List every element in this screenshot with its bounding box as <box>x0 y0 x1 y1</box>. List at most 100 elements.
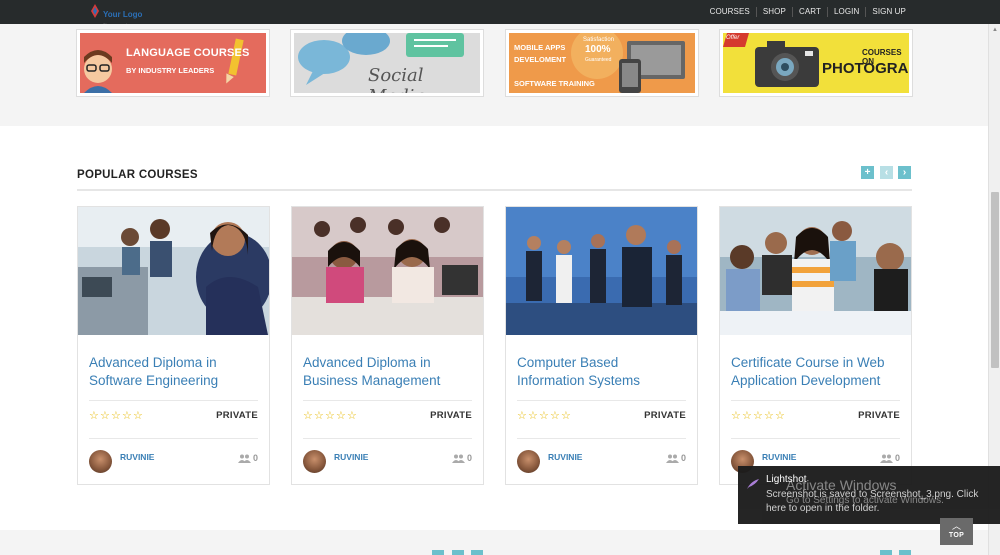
section-control-button[interactable] <box>471 550 483 555</box>
course-price-badge: PRIVATE <box>430 410 472 421</box>
course-card[interactable]: Certificate Course in Web Application De… <box>719 206 912 485</box>
users-icon <box>237 454 251 463</box>
top-navbar: Your Logo Slogan goes here COURSES SHOP … <box>0 0 1000 27</box>
notification-body[interactable]: Screenshot is saved to Screenshot_3.png.… <box>766 488 994 516</box>
section-title: POPULAR COURSES <box>77 169 198 181</box>
author-name-link[interactable]: RUVINIE <box>548 452 582 462</box>
star-icon: ☆ <box>517 410 527 422</box>
section-control-button[interactable] <box>452 550 464 555</box>
course-price-badge: PRIVATE <box>644 410 686 421</box>
rating-stars: ☆ ☆ ☆ ☆ ☆ <box>303 411 358 422</box>
banner-mobile-line1: MOBILE APPS <box>514 43 566 52</box>
course-photo[interactable] <box>720 207 911 335</box>
banner-language-courses[interactable]: LANGUAGE COURSES BY INDUSTRY LEADERS <box>76 29 270 97</box>
course-photo[interactable] <box>506 207 697 335</box>
lightshot-notification[interactable]: Lightshot Screenshot is saved to Screens… <box>738 466 1000 524</box>
main-nav: COURSES SHOP CART LOGIN SIGN UP <box>704 0 912 24</box>
banner-social-media[interactable]: Social Media <box>290 29 484 97</box>
banner-language-line2: BY INDUSTRY LEADERS <box>126 66 215 75</box>
section-control-button[interactable] <box>899 550 911 555</box>
card-divider <box>731 438 900 439</box>
banner-mobile-apps[interactable]: MOBILE APPS DEVELOMENT SOFTWARE TRAINING… <box>505 29 699 97</box>
logo-text: Your Logo <box>103 10 143 19</box>
star-icon: ☆ <box>347 410 357 422</box>
nav-courses[interactable]: COURSES <box>704 7 756 17</box>
star-icon: ☆ <box>528 410 538 422</box>
card-divider <box>303 438 472 439</box>
category-banners: LANGUAGE COURSES BY INDUSTRY LEADERS Soc… <box>0 24 988 126</box>
card-divider <box>89 438 258 439</box>
rating-stars: ☆ ☆ ☆ ☆ ☆ <box>731 411 786 422</box>
section-control-button[interactable] <box>880 550 892 555</box>
author-avatar[interactable] <box>517 450 540 473</box>
carousel-next-button[interactable]: › <box>898 166 911 179</box>
star-icon: ☆ <box>550 410 560 422</box>
nav-shop[interactable]: SHOP <box>755 7 792 17</box>
course-card[interactable]: Computer Based Information Systems ☆ ☆ ☆ ☆ ☆… <box>505 206 698 485</box>
star-icon: ☆ <box>539 410 549 422</box>
star-icon: ☆ <box>111 410 121 422</box>
chevron-up-icon: ︿ <box>951 521 961 531</box>
course-title-link[interactable]: Computer Based Information Systems <box>517 354 687 390</box>
card-divider <box>731 400 900 401</box>
student-count-value: 0 <box>894 453 900 463</box>
student-count: 0 <box>665 453 686 463</box>
users-icon <box>665 454 679 463</box>
banner-photo-line2: PHOTOGRAPHY <box>822 60 909 77</box>
author-name-link[interactable]: RUVINIE <box>120 452 154 462</box>
star-icon: ☆ <box>133 410 143 422</box>
star-icon: ☆ <box>100 410 110 422</box>
star-icon: ☆ <box>89 410 99 422</box>
nav-cart[interactable]: CART <box>791 7 827 17</box>
banner-badge-bottom: Guaranteed <box>585 57 612 63</box>
back-to-top-button[interactable]: ︿ TOP <box>940 518 973 545</box>
author-avatar[interactable] <box>89 450 112 473</box>
course-title-link[interactable]: Advanced Diploma in Software Engineering <box>89 354 259 390</box>
banner-mobile-line3: SOFTWARE TRAINING <box>514 79 595 88</box>
banner-image: Social Media <box>294 33 480 93</box>
expand-button[interactable]: + <box>861 166 874 179</box>
banner-image: MOBILE APPS DEVELOMENT SOFTWARE TRAINING… <box>509 33 695 93</box>
scroll-up-icon[interactable]: ▲ <box>991 26 999 34</box>
nav-signup[interactable]: SIGN UP <box>865 7 912 17</box>
star-icon: ☆ <box>561 410 571 422</box>
star-icon: ☆ <box>122 410 132 422</box>
banner-offer-tag: Offer <box>726 35 740 41</box>
card-divider <box>517 438 686 439</box>
feather-icon <box>747 476 759 489</box>
scroll-thumb[interactable] <box>991 192 999 368</box>
student-count-value: 0 <box>252 453 258 463</box>
banner-language-line1: LANGUAGE COURSES <box>126 47 250 59</box>
star-icon: ☆ <box>314 410 324 422</box>
student-count: 0 <box>879 453 900 463</box>
course-photo[interactable] <box>78 207 269 335</box>
author-name-link[interactable]: RUVINIE <box>334 452 368 462</box>
course-title-link[interactable]: Advanced Diploma in Business Management <box>303 354 473 390</box>
next-section-strip <box>0 530 988 555</box>
course-price-badge: PRIVATE <box>216 410 258 421</box>
author-avatar[interactable] <box>303 450 326 473</box>
site-logo[interactable]: Your Logo Slogan goes here <box>90 4 143 27</box>
section-divider <box>77 189 912 191</box>
course-price-badge: PRIVATE <box>858 410 900 421</box>
student-count-value: 0 <box>466 453 472 463</box>
course-photo[interactable] <box>292 207 483 335</box>
star-icon: ☆ <box>742 410 752 422</box>
rating-stars: ☆ ☆ ☆ ☆ ☆ <box>517 411 572 422</box>
carousel-prev-button[interactable]: ‹ <box>880 166 893 179</box>
banner-badge-mid: 100% <box>585 44 611 55</box>
star-icon: ☆ <box>303 410 313 422</box>
star-icon: ☆ <box>336 410 346 422</box>
student-count: 0 <box>237 453 258 463</box>
banner-badge-top: Satisfaction <box>583 37 615 43</box>
star-icon: ☆ <box>753 410 763 422</box>
section-control-button[interactable] <box>432 550 444 555</box>
author-name-link[interactable]: RUVINIE <box>762 452 796 462</box>
banner-photography[interactable]: Offer COURSES ON PHOTOGRAPHY <box>719 29 913 97</box>
course-title-link[interactable]: Certificate Course in Web Application De… <box>731 354 901 390</box>
star-icon: ☆ <box>764 410 774 422</box>
course-card[interactable]: Advanced Diploma in Software Engineering… <box>77 206 270 485</box>
course-card[interactable]: Advanced Diploma in Business Management … <box>291 206 484 485</box>
star-icon: ☆ <box>325 410 335 422</box>
nav-login[interactable]: LOGIN <box>826 7 865 17</box>
